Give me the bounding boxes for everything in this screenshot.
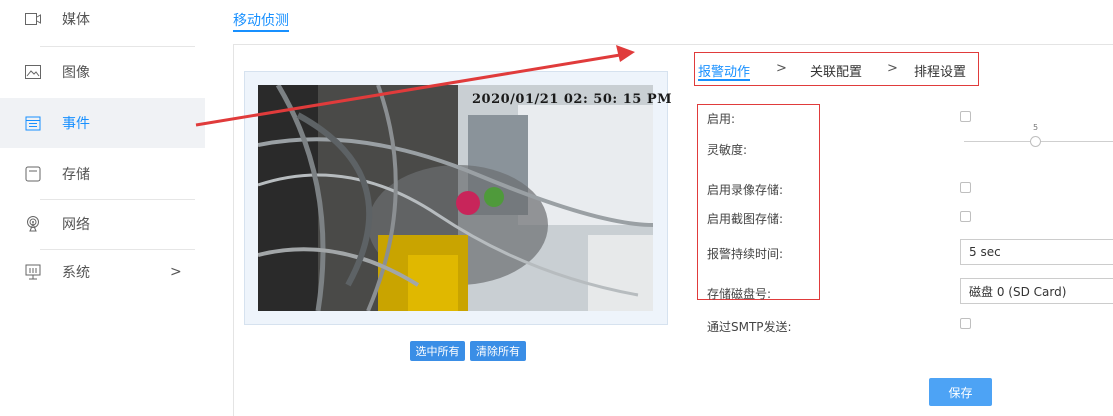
record-storage-label: 启用录像存储: bbox=[707, 183, 784, 197]
record-storage-checkbox[interactable] bbox=[960, 182, 971, 193]
sidebar-item-network[interactable]: 网络 bbox=[0, 199, 205, 249]
sidebar: 媒体 图像 事件 存储 网络 系统 > bbox=[0, 0, 205, 416]
active-step-underline bbox=[698, 79, 750, 81]
sensitivity-slider-handle[interactable] bbox=[1030, 136, 1041, 147]
select-all-button[interactable]: 选中所有 bbox=[410, 341, 465, 361]
sidebar-item-system[interactable]: 系统 > bbox=[0, 247, 205, 297]
enable-label: 启用: bbox=[707, 112, 736, 126]
sidebar-item-event[interactable]: 事件 bbox=[0, 98, 205, 148]
system-icon bbox=[25, 264, 41, 280]
sidebar-item-label: 网络 bbox=[62, 217, 90, 233]
alarm-duration-label: 报警持续时间: bbox=[707, 247, 784, 261]
sidebar-item-label: 事件 bbox=[62, 116, 90, 132]
camera-timestamp: 2020/01/21 02: 50: 15 PM bbox=[472, 92, 672, 107]
sidebar-item-image[interactable]: 图像 bbox=[0, 47, 205, 97]
page-title: 移动侦测 bbox=[233, 13, 289, 29]
sidebar-item-label: 存储 bbox=[62, 167, 90, 183]
title-underline bbox=[233, 30, 289, 32]
sidebar-item-storage[interactable]: 存储 bbox=[0, 149, 205, 199]
snapshot-storage-checkbox[interactable] bbox=[960, 211, 971, 222]
sensitivity-label: 灵敏度: bbox=[707, 143, 748, 157]
media-icon bbox=[25, 11, 41, 27]
clear-all-button[interactable]: 清除所有 bbox=[470, 341, 526, 361]
chevron-right-icon: > bbox=[170, 264, 182, 280]
snapshot-storage-label: 启用截图存储: bbox=[707, 212, 784, 226]
storage-icon bbox=[25, 166, 41, 182]
sidebar-item-label: 系统 bbox=[62, 265, 90, 281]
smtp-send-label: 通过SMTP发送: bbox=[707, 320, 792, 334]
save-button[interactable]: 保存 bbox=[929, 378, 992, 406]
camera-preview[interactable] bbox=[258, 85, 653, 311]
event-icon bbox=[25, 115, 41, 131]
storage-disk-select[interactable]: 磁盘 0 (SD Card) bbox=[960, 278, 1113, 304]
chevron-right-icon: > bbox=[776, 61, 787, 76]
sidebar-item-label: 媒体 bbox=[62, 12, 90, 28]
alarm-duration-select[interactable]: 5 sec bbox=[960, 239, 1113, 265]
smtp-send-checkbox[interactable] bbox=[960, 318, 971, 329]
step-alarm-action[interactable]: 报警动作 bbox=[698, 61, 750, 80]
enable-checkbox[interactable] bbox=[960, 111, 971, 122]
step-linkage-config[interactable]: 关联配置 bbox=[810, 61, 862, 80]
sensitivity-value: 5 bbox=[1033, 123, 1039, 132]
sidebar-item-media[interactable]: 媒体 bbox=[0, 0, 205, 44]
chevron-right-icon: > bbox=[887, 61, 898, 76]
storage-disk-label: 存储磁盘号: bbox=[707, 287, 772, 301]
image-icon bbox=[25, 64, 41, 80]
network-icon bbox=[25, 216, 41, 232]
step-schedule-settings[interactable]: 排程设置 bbox=[914, 61, 966, 80]
labels-annotation-box bbox=[697, 104, 820, 300]
app-root: 媒体 图像 事件 存储 网络 系统 > 移动侦测 2020/01/21 02: … bbox=[0, 0, 1113, 416]
sidebar-item-label: 图像 bbox=[62, 65, 90, 81]
